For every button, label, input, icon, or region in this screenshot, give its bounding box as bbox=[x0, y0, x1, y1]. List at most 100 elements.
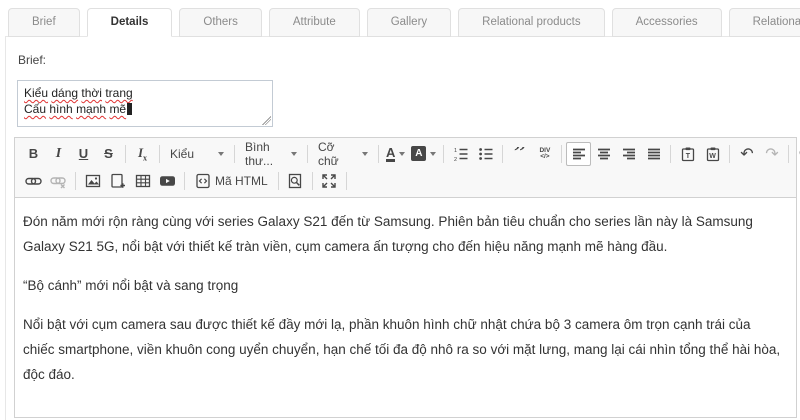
toolbar-separator bbox=[561, 144, 563, 163]
styles-dropdown[interactable]: Kiểu bbox=[164, 142, 230, 166]
youtube-icon bbox=[160, 175, 175, 186]
paste-from-word-button[interactable]: W bbox=[700, 142, 725, 166]
chevron-down-icon bbox=[430, 151, 437, 156]
redo-button[interactable]: ↷ bbox=[759, 142, 784, 166]
bulleted-list-icon bbox=[479, 147, 493, 160]
strikethrough-icon: S bbox=[104, 146, 113, 161]
insert-file-button[interactable] bbox=[105, 169, 130, 193]
chevron-down-icon bbox=[291, 151, 297, 156]
redo-icon: ↷ bbox=[765, 143, 779, 163]
tab-accessories[interactable]: Accessories bbox=[611, 8, 722, 37]
chevron-down-icon bbox=[362, 151, 368, 156]
content-paragraph: Đón năm mới rộn ràng cùng với series Gal… bbox=[23, 214, 753, 254]
justify-button[interactable] bbox=[641, 142, 666, 166]
div-container-button[interactable]: DIV </> bbox=[532, 142, 557, 166]
html-source-button[interactable]: Mã HTML bbox=[189, 169, 274, 193]
toolbar-separator bbox=[159, 144, 160, 163]
chevron-down-icon bbox=[399, 151, 406, 156]
html-source-label: Mã HTML bbox=[215, 173, 268, 188]
source-code-icon bbox=[196, 173, 210, 188]
unlink-button[interactable] bbox=[46, 169, 71, 193]
details-tab-panel: Brief: Kiểu dáng thời trang Cấu hình mạn… bbox=[5, 36, 800, 420]
toolbar-separator bbox=[277, 171, 279, 190]
bulleted-list-button[interactable] bbox=[473, 142, 498, 166]
insert-table-button[interactable] bbox=[130, 169, 155, 193]
textarea-resize-handle[interactable] bbox=[262, 116, 271, 125]
paste-as-text-button[interactable]: T bbox=[675, 142, 700, 166]
numbered-list-button[interactable]: 12 bbox=[448, 142, 473, 166]
maximize-icon bbox=[322, 173, 336, 188]
insert-image-button[interactable] bbox=[80, 169, 105, 193]
bold-button[interactable]: B bbox=[21, 142, 46, 166]
brief-textarea[interactable]: Kiểu dáng thời trang Cấu hình mạnh mẽ bbox=[17, 80, 273, 127]
justify-icon bbox=[647, 148, 660, 159]
underline-button[interactable]: U bbox=[71, 142, 96, 166]
font-size-dropdown[interactable]: Cỡ chữ bbox=[312, 139, 374, 168]
find-button[interactable] bbox=[793, 142, 800, 166]
tab-relational-products[interactable]: Relational products bbox=[458, 8, 605, 37]
link-button[interactable] bbox=[21, 169, 46, 193]
insert-video-button[interactable] bbox=[155, 169, 180, 193]
tab-gallery[interactable]: Gallery bbox=[366, 8, 452, 37]
svg-text:W: W bbox=[709, 153, 716, 160]
blockquote-button[interactable]: ” bbox=[507, 142, 532, 166]
paragraph-format-label: Bình thư... bbox=[245, 139, 274, 168]
chevron-down-icon bbox=[218, 151, 224, 156]
toolbar-separator bbox=[729, 144, 731, 163]
font-size-label: Cỡ chữ bbox=[318, 139, 339, 168]
svg-text:2: 2 bbox=[454, 157, 457, 162]
toolbar-separator bbox=[345, 171, 347, 190]
toolbar-separator bbox=[125, 144, 126, 163]
background-color-button[interactable]: A bbox=[408, 142, 439, 166]
styles-dropdown-label: Kiểu bbox=[170, 146, 195, 161]
align-center-button[interactable] bbox=[591, 142, 616, 166]
align-left-button[interactable] bbox=[566, 141, 592, 166]
brief-line-1: Kiểu dáng thời trang bbox=[24, 86, 133, 100]
tab-details[interactable]: Details bbox=[86, 8, 173, 37]
toolbar-separator bbox=[234, 144, 235, 163]
div-container-icon: DIV </> bbox=[539, 146, 551, 160]
paste-from-word-icon: W bbox=[706, 147, 720, 161]
align-left-icon bbox=[572, 148, 585, 159]
toolbar-separator bbox=[502, 144, 504, 163]
rich-text-content[interactable]: Đón năm mới rộn ràng cùng với series Gal… bbox=[15, 198, 796, 417]
tab-attribute[interactable]: Attribute bbox=[268, 8, 360, 37]
svg-text:T: T bbox=[686, 153, 691, 160]
unlink-icon bbox=[50, 176, 66, 188]
preview-button[interactable] bbox=[283, 169, 308, 193]
align-right-icon bbox=[622, 148, 635, 159]
tab-bar: Brief Details Others Attribute Gallery R… bbox=[0, 0, 800, 37]
toolbar-row-1: B I U S Ix Kiểu Bình thư... Cỡ chữ A A 1… bbox=[21, 139, 800, 168]
tab-brief[interactable]: Brief bbox=[8, 8, 80, 37]
link-icon bbox=[25, 177, 42, 185]
image-icon bbox=[85, 174, 100, 187]
bold-icon: B bbox=[28, 146, 39, 161]
maximize-button[interactable] bbox=[317, 169, 342, 193]
italic-button[interactable]: I bbox=[46, 142, 71, 166]
toolbar-separator bbox=[788, 144, 790, 163]
text-color-button[interactable]: A bbox=[383, 142, 408, 166]
align-center-icon bbox=[597, 148, 610, 159]
remove-format-icon: Ix bbox=[137, 144, 148, 163]
table-icon bbox=[135, 174, 150, 187]
text-caret bbox=[127, 103, 133, 115]
remove-format-button[interactable]: Ix bbox=[130, 142, 155, 166]
rich-text-editor: B I U S Ix Kiểu Bình thư... Cỡ chữ A A 1… bbox=[14, 137, 800, 418]
toolbar-separator bbox=[311, 171, 313, 190]
underline-icon: U bbox=[78, 146, 89, 161]
preview-icon bbox=[289, 173, 302, 188]
tab-others[interactable]: Others bbox=[179, 8, 262, 37]
content-paragraph: Nổi bật với cụm camera sau được thiết kế… bbox=[23, 317, 781, 382]
italic-icon: I bbox=[55, 145, 62, 161]
background-color-icon: A bbox=[411, 146, 427, 161]
svg-text:1: 1 bbox=[454, 148, 457, 154]
tab-relational-articles[interactable]: Relational articles bbox=[728, 8, 800, 37]
align-right-button[interactable] bbox=[616, 142, 641, 166]
toolbar-row-2: Mã HTML bbox=[21, 167, 792, 194]
undo-button[interactable]: ↶ bbox=[734, 142, 759, 166]
brief-line-2: Cấu hình mạnh mẽ bbox=[24, 102, 127, 116]
strikethrough-button[interactable]: S bbox=[96, 142, 121, 166]
editor-toolbar: B I U S Ix Kiểu Bình thư... Cỡ chữ A A 1… bbox=[15, 138, 800, 198]
file-add-icon bbox=[110, 173, 125, 188]
paragraph-format-dropdown[interactable]: Bình thư... bbox=[239, 139, 303, 168]
